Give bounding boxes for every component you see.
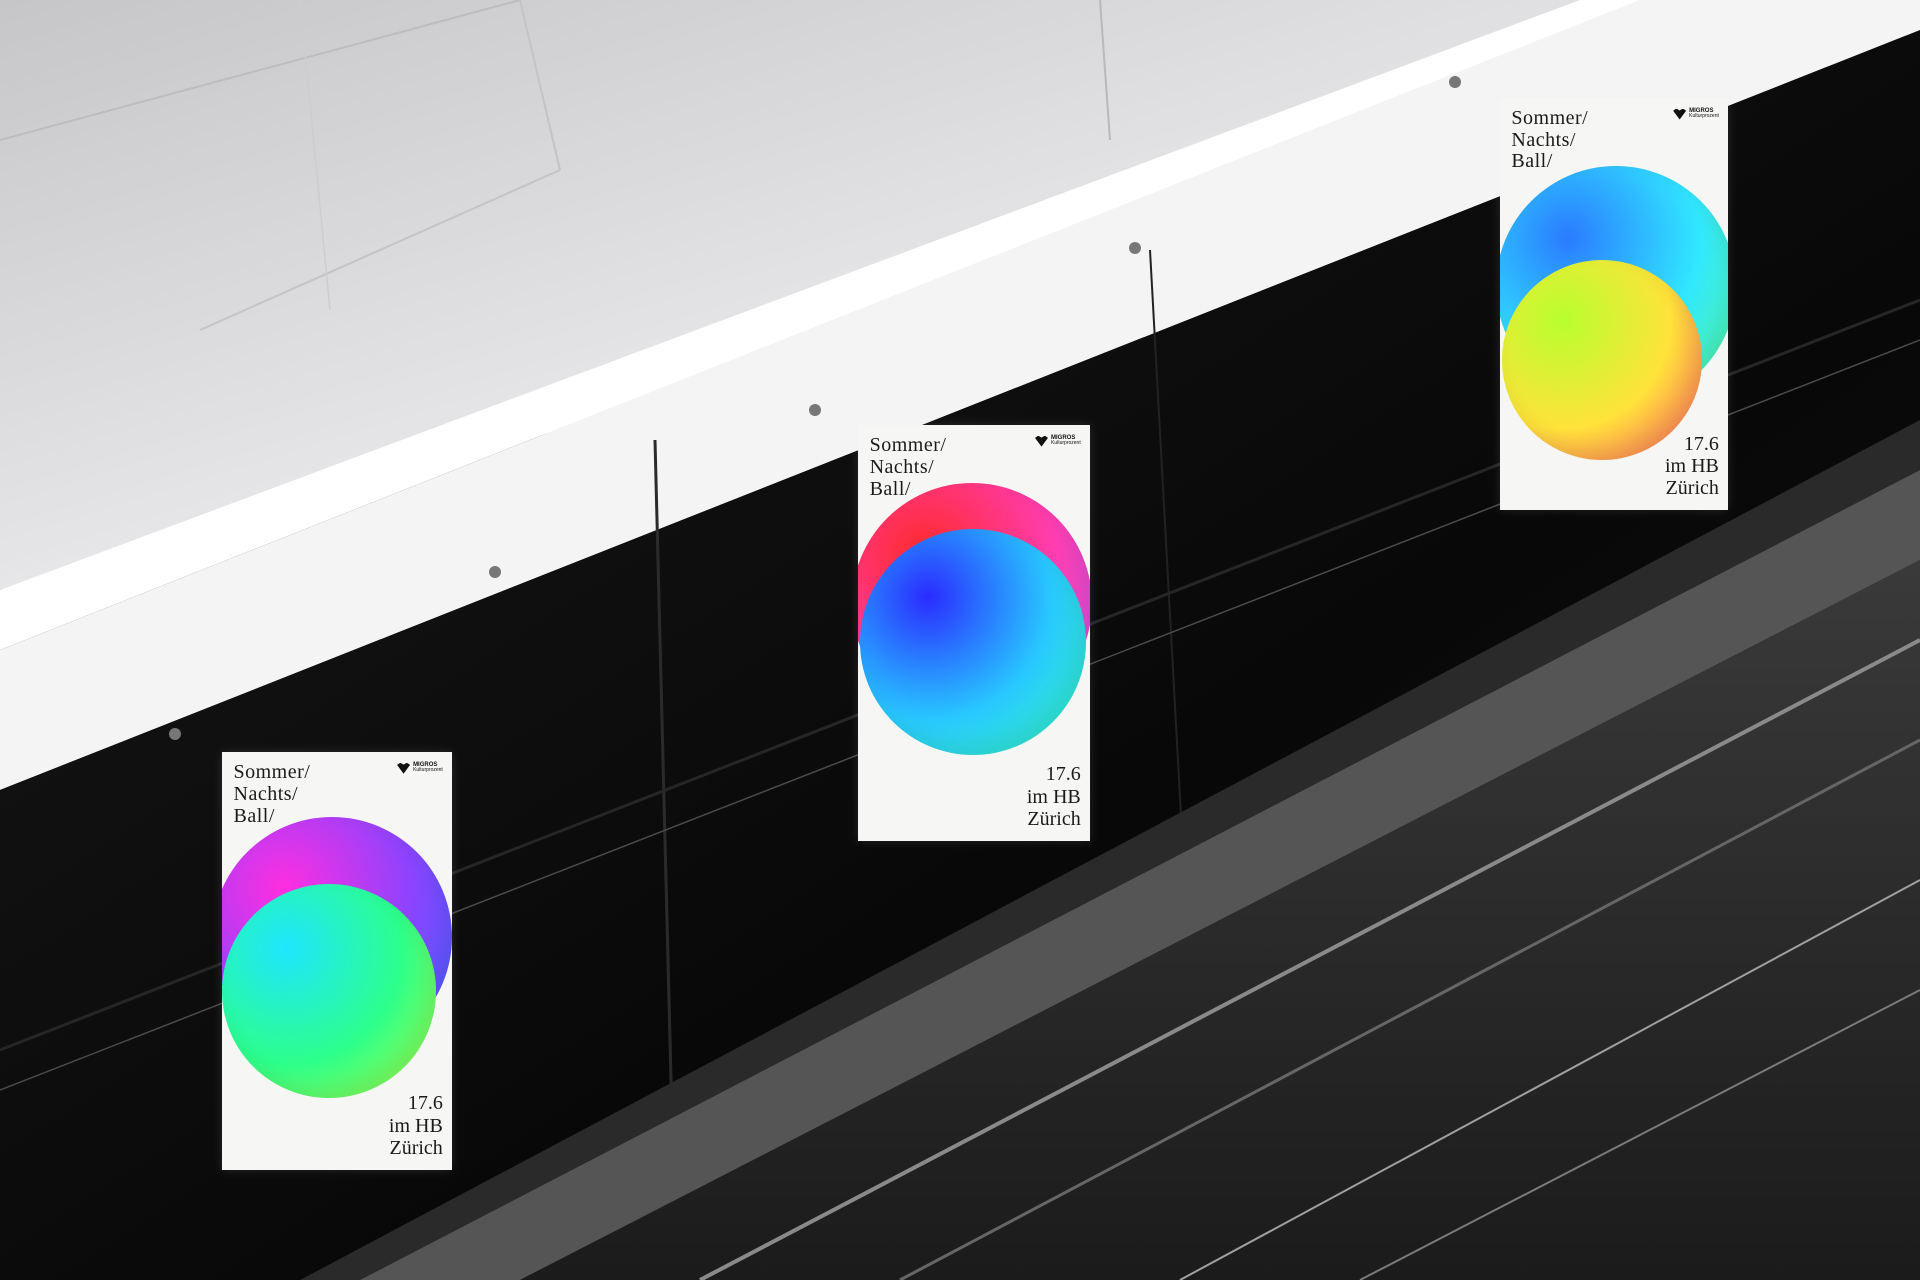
poster-front-orb [860, 529, 1086, 755]
poster-right: Sommer/ Nachts/ Ball/ MIGROS Kulturproze… [1500, 98, 1728, 510]
migros-logo: MIGROS Kulturprozent [1034, 435, 1081, 447]
migros-logo: MIGROS Kulturprozent [397, 762, 443, 774]
heart-logo-icon [1673, 108, 1687, 120]
poster-front-orb [1502, 260, 1702, 460]
poster-title: Sommer/ Nachts/ Ball/ [233, 761, 311, 827]
poster-date-place: 17.6 im HB Zürich [388, 1092, 443, 1160]
poster-date-place: 17.6 im HB Zürich [1664, 432, 1719, 500]
poster-title: Sommer/ Nachts/ Ball/ [1511, 107, 1589, 173]
poster-title: Sommer/ Nachts/ Ball/ [869, 434, 947, 500]
poster-date-place: 17.6 im HB Zürich [1026, 763, 1081, 831]
logo-sub: Kulturprozent [1689, 113, 1719, 120]
migros-logo: MIGROS Kulturprozent [1673, 108, 1719, 120]
heart-logo-icon [1034, 435, 1048, 447]
heart-logo-icon [397, 762, 411, 774]
poster-left: Sommer/ Nachts/ Ball/ MIGROS Kulturproze… [222, 752, 452, 1170]
poster-center: Sommer/ Nachts/ Ball/ MIGROS Kulturproze… [858, 425, 1090, 841]
logo-sub: Kulturprozent [1050, 440, 1081, 447]
poster-front-orb [222, 884, 436, 1098]
logo-sub: Kulturprozent [413, 767, 443, 774]
